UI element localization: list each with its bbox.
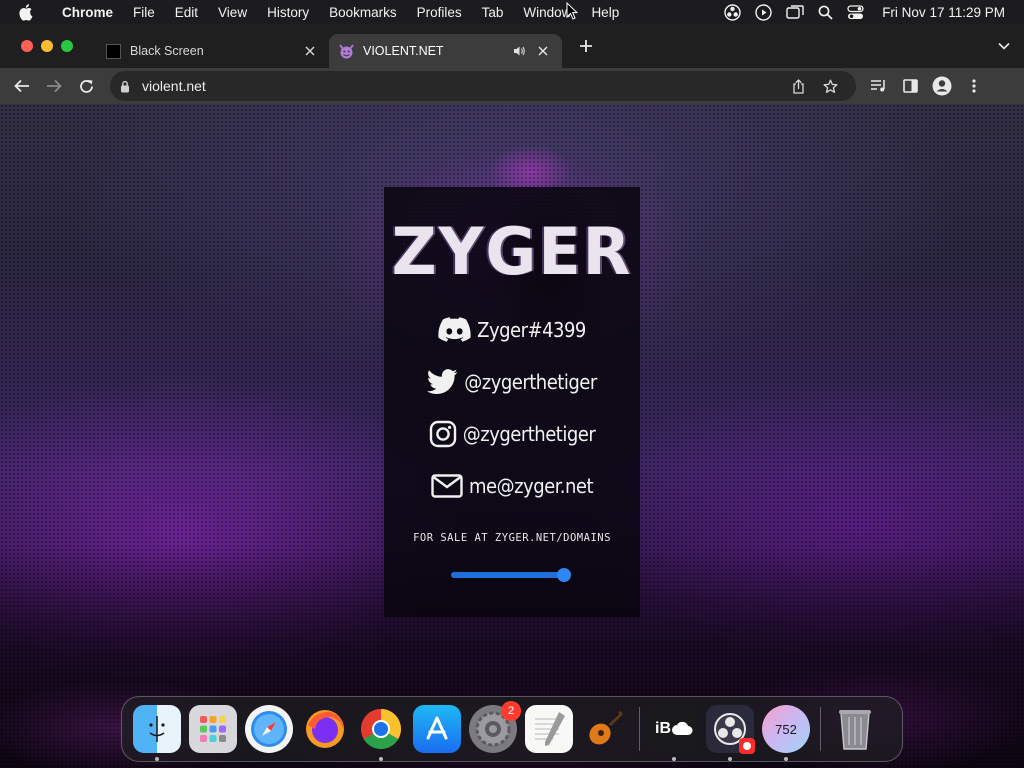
more-vertical-dots-icon[interactable] — [958, 71, 990, 101]
back-arrow-icon[interactable] — [6, 71, 38, 101]
trash-icon[interactable] — [831, 705, 879, 753]
tab-title: Black Screen — [130, 44, 204, 58]
volume-slider-track[interactable] — [451, 572, 565, 578]
twitter-icon — [427, 369, 458, 395]
app-store-icon[interactable] — [413, 705, 461, 753]
for-sale-notice[interactable]: FOR SALE AT ZYGER.NET/DOMAINS — [413, 532, 611, 544]
running-indicator — [379, 757, 383, 761]
social-email[interactable]: me@zyger.net — [431, 470, 594, 502]
menu-history[interactable]: History — [257, 5, 319, 20]
running-indicator — [784, 757, 788, 761]
launchpad-icon[interactable] — [189, 705, 237, 753]
side-panel-icon[interactable] — [894, 71, 926, 101]
discord-icon — [438, 317, 471, 343]
safari-compass-icon[interactable] — [245, 705, 293, 753]
mail-icon — [431, 474, 463, 498]
menu-file[interactable]: File — [123, 5, 165, 20]
garageband-guitar-icon[interactable] — [581, 705, 629, 753]
chrome-icon[interactable] — [357, 705, 405, 761]
menu-edit[interactable]: Edit — [165, 5, 208, 20]
menu-clock[interactable]: Fri Nov 17 11:29 PM — [882, 5, 1005, 20]
menu-tab[interactable]: Tab — [472, 5, 514, 20]
apple-menu-icon[interactable] — [0, 3, 52, 21]
running-indicator — [672, 757, 676, 761]
tab-violent-net[interactable]: VIOLENT.NET — [329, 34, 562, 68]
media-queue-icon[interactable] — [862, 71, 894, 101]
address-bar[interactable]: violent.net — [110, 71, 856, 101]
window-controls — [0, 40, 96, 52]
social-instagram[interactable]: @zygerthetiger — [429, 418, 596, 450]
web-page: ZYGER Zyger#4399 @zygerthetiger @zygerth… — [0, 104, 1024, 768]
tab-strip: Black Screen VIOLENT.NET — [0, 24, 1024, 68]
social-discord[interactable]: Zyger#4399 — [438, 314, 586, 346]
tab-black-screen[interactable]: Black Screen — [96, 34, 329, 68]
play-icon[interactable] — [755, 3, 772, 21]
volume-slider[interactable] — [447, 568, 577, 582]
instagram-handle: @zygerthetiger — [462, 422, 596, 446]
menu-bookmarks[interactable]: Bookmarks — [319, 5, 407, 20]
email-address: me@zyger.net — [469, 474, 594, 498]
close-tab-icon[interactable] — [301, 42, 319, 60]
browser-toolbar: violent.net — [0, 68, 1024, 104]
dock-separator — [639, 707, 640, 751]
obs-studio-icon[interactable] — [706, 705, 755, 761]
social-twitter[interactable]: @zygerthetiger — [427, 366, 597, 398]
dock: 2 iB 752 — [121, 696, 903, 762]
close-window-icon[interactable] — [21, 40, 33, 52]
reload-icon[interactable] — [70, 71, 102, 101]
counter-value: 752 — [775, 721, 797, 737]
close-tab-icon[interactable] — [534, 42, 552, 60]
dock-separator — [820, 707, 821, 751]
tab-search-chevron-down-icon[interactable] — [998, 42, 1010, 50]
finder-icon[interactable] — [133, 705, 181, 761]
discord-handle: Zyger#4399 — [477, 318, 586, 342]
share-icon[interactable] — [782, 78, 814, 94]
new-tab-plus-icon[interactable] — [570, 30, 602, 62]
instagram-icon — [429, 420, 457, 448]
devil-face-favicon-icon — [339, 43, 354, 59]
spotlight-search-icon[interactable] — [818, 5, 833, 20]
minimize-window-icon[interactable] — [41, 40, 53, 52]
obs-status-icon[interactable] — [724, 3, 741, 21]
volume-slider-knob[interactable] — [557, 568, 572, 582]
twitter-handle: @zygerthetiger — [464, 370, 597, 394]
ib-label: iB — [655, 720, 671, 737]
firefox-icon[interactable] — [301, 705, 349, 753]
menu-view[interactable]: View — [208, 5, 257, 20]
menu-help[interactable]: Help — [581, 5, 629, 20]
bookmark-star-icon[interactable] — [814, 79, 846, 94]
menu-bar: Chrome File Edit View History Bookmarks … — [0, 0, 1024, 24]
system-settings-gear-icon[interactable]: 2 — [469, 701, 521, 753]
menu-app-name[interactable]: Chrome — [52, 5, 123, 20]
url-text[interactable]: violent.net — [142, 78, 782, 94]
menu-profiles[interactable]: Profiles — [407, 5, 472, 20]
notification-badge: 2 — [501, 701, 521, 721]
recording-icon — [739, 738, 755, 754]
running-indicator — [728, 757, 732, 761]
profile-card: ZYGER Zyger#4399 @zygerthetiger @zygerth… — [384, 187, 640, 617]
fullscreen-window-icon[interactable] — [61, 40, 73, 52]
forward-arrow-icon[interactable] — [38, 71, 70, 101]
page-title: ZYGER — [391, 213, 633, 290]
iboostup-cloud-icon[interactable]: iB — [650, 705, 698, 761]
control-center-icon[interactable] — [847, 4, 864, 20]
textedit-icon[interactable] — [525, 705, 573, 753]
tab-title: VIOLENT.NET — [363, 44, 444, 58]
lock-icon[interactable] — [120, 80, 130, 93]
black-square-favicon-icon — [106, 43, 121, 59]
mouse-pointer-icon — [566, 1, 579, 25]
running-indicator — [155, 757, 159, 761]
tab-audio-playing-icon[interactable] — [513, 45, 526, 57]
counter-app-icon[interactable]: 752 — [762, 705, 810, 761]
screen-mirroring-icon[interactable] — [786, 4, 804, 20]
profile-avatar-icon[interactable] — [926, 71, 958, 101]
